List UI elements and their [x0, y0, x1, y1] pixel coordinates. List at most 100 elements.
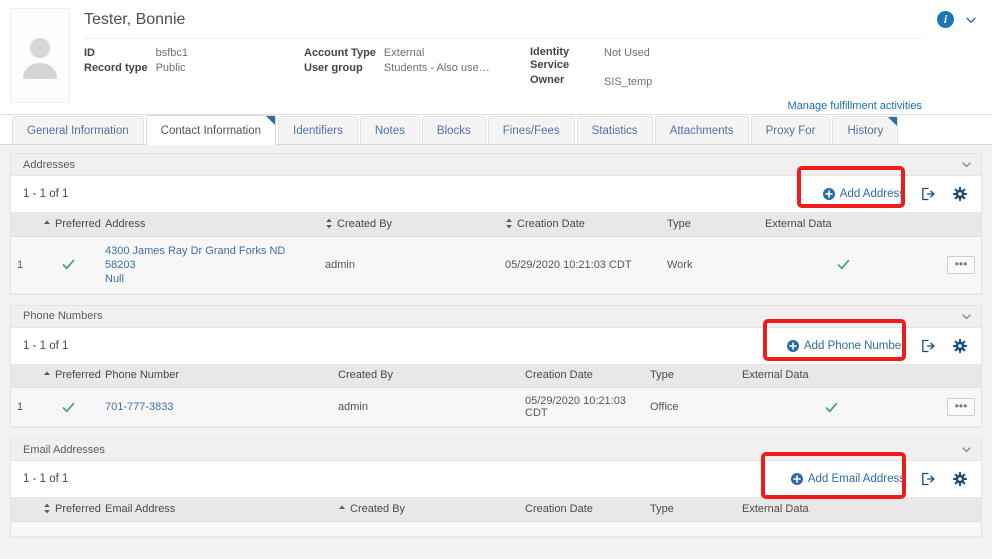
tab-flag-icon	[266, 116, 275, 125]
gear-icon[interactable]	[953, 338, 967, 353]
field-label-record-type: Record type	[84, 62, 148, 74]
column-label: Preferred	[55, 502, 101, 515]
tab-identifiers[interactable]: Identifiers	[278, 116, 358, 144]
tab-label: Attachments	[669, 125, 734, 137]
row-actions-button[interactable]: •••	[947, 255, 975, 274]
check-icon	[837, 259, 849, 270]
address-link-line1[interactable]: 4300 James Ray Dr Grand Forks ND 58203	[105, 244, 313, 272]
phone-numbers-panel-title: Phone Numbers	[23, 310, 103, 322]
cell-actions: •••	[927, 236, 981, 294]
sort-asc-icon	[44, 220, 50, 224]
tab-fines-fees[interactable]: Fines/Fees	[487, 116, 575, 144]
add-email-address-button[interactable]: Add Email Address	[790, 473, 905, 485]
tab-label: Blocks	[436, 125, 471, 137]
address-link-line2[interactable]: Null	[105, 272, 313, 286]
cell-preferred	[37, 521, 99, 537]
sort-asc-icon	[44, 371, 50, 376]
field-group-account: Account Type User group External Student…	[304, 46, 530, 90]
tab-attachments[interactable]: Attachments	[654, 116, 749, 144]
column-label: Creation Date	[517, 217, 585, 230]
check-icon	[825, 402, 838, 412]
tab-history[interactable]: History	[832, 116, 899, 144]
column-row-number	[11, 497, 37, 522]
page-title: Tester, Bonnie	[84, 10, 922, 39]
export-icon[interactable]	[921, 187, 935, 201]
phone-numbers-panel: Phone Numbers 1 - 1 of 1 Add Phone Numbe…	[10, 304, 982, 428]
column-external-data[interactable]: External Data	[759, 212, 927, 237]
chevron-down-icon[interactable]	[964, 13, 978, 27]
column-type[interactable]: Type	[644, 497, 736, 522]
cell-row-number: 1	[11, 236, 37, 294]
table-row[interactable]	[11, 521, 981, 537]
table-row[interactable]: 1 4300 James Ray Dr Grand Forks ND 58203…	[11, 236, 981, 294]
column-label: Type	[650, 502, 674, 515]
chevron-down-icon[interactable]	[960, 158, 973, 171]
add-email-address-label: Add Email Address	[807, 473, 905, 485]
tab-bar: General Information Contact Information …	[0, 115, 992, 145]
tab-label: Statistics	[591, 125, 638, 137]
column-phone-number[interactable]: Phone Number	[99, 363, 332, 388]
column-actions	[927, 212, 981, 237]
column-creation-date[interactable]: Creation Date	[519, 363, 644, 388]
column-label: External Data	[765, 217, 832, 230]
column-creation-date[interactable]: Creation Date	[499, 212, 661, 237]
addresses-count-label: 1 - 1 of 1	[23, 188, 69, 200]
plus-circle-icon	[790, 473, 803, 485]
column-label: Address	[105, 217, 146, 230]
row-actions-button[interactable]: •••	[947, 398, 975, 416]
add-address-button[interactable]: Add Address	[822, 188, 905, 200]
tab-contact-information[interactable]: Contact Information	[145, 115, 276, 145]
column-label: Creation Date	[525, 369, 593, 382]
sort-asc-icon	[339, 505, 345, 509]
column-created-by[interactable]: Created By	[319, 212, 499, 237]
info-icon[interactable]: i	[937, 11, 954, 28]
column-created-by[interactable]: Created By	[332, 363, 519, 388]
record-header-body: Tester, Bonnie i ID Record type bsfbc1 P…	[84, 8, 982, 114]
addresses-table-header-row: Preferred Address Created By Creation Da…	[11, 212, 981, 237]
column-external-data[interactable]: External Data	[736, 363, 927, 388]
gear-icon[interactable]	[953, 472, 967, 486]
export-icon[interactable]	[921, 339, 935, 353]
column-email-address[interactable]: Email Address	[99, 497, 332, 522]
table-row[interactable]: 1 701-777-3833 admin 05/29/2020 10:21:03…	[11, 387, 981, 427]
field-label-user-group: User group	[304, 62, 363, 74]
tab-blocks[interactable]: Blocks	[421, 116, 486, 144]
field-label-account-type: Account Type	[304, 47, 376, 59]
chevron-down-icon[interactable]	[960, 310, 973, 323]
tab-notes[interactable]: Notes	[359, 116, 420, 144]
column-label: External Data	[742, 369, 809, 382]
phone-number-link[interactable]: 701-777-3833	[105, 401, 174, 413]
column-type[interactable]: Type	[644, 363, 736, 388]
cell-row-number: 1	[11, 387, 37, 427]
cell-created-by	[332, 521, 519, 537]
cell-type: Work	[661, 236, 759, 294]
column-preferred[interactable]: Preferred	[37, 363, 101, 388]
add-phone-number-button[interactable]: Add Phone Number	[786, 339, 905, 352]
field-value-user-group: Students - Also use…	[383, 62, 490, 74]
column-creation-date[interactable]: Creation Date	[519, 497, 644, 522]
column-external-data[interactable]: External Data	[736, 497, 927, 522]
chevron-down-icon[interactable]	[960, 443, 973, 456]
column-label: Email Address	[105, 502, 176, 515]
tab-label: Fines/Fees	[502, 125, 560, 137]
column-type[interactable]: Type	[661, 212, 759, 237]
email-addresses-table-header-row: Preferred Email Address Created By Creat…	[11, 497, 981, 522]
cell-external-data	[736, 387, 927, 427]
export-icon[interactable]	[921, 472, 935, 486]
tab-proxy-for[interactable]: Proxy For	[750, 116, 831, 144]
tab-general-information[interactable]: General Information	[12, 116, 144, 144]
cell-actions: •••	[927, 387, 981, 427]
column-created-by[interactable]: Created By	[332, 497, 519, 522]
email-addresses-count-label: 1 - 1 of 1	[23, 473, 69, 485]
tab-statistics[interactable]: Statistics	[576, 116, 653, 144]
cell-type: Office	[644, 387, 736, 427]
addresses-panel: Addresses 1 - 1 of 1 Add Address Preferr…	[10, 153, 982, 295]
field-value-owner: SIS_temp	[604, 76, 653, 88]
column-preferred[interactable]: Preferred	[37, 212, 101, 237]
tab-label: Proxy For	[765, 125, 816, 137]
column-address[interactable]: Address	[99, 212, 319, 237]
manage-fulfillment-activities-link[interactable]: Manage fulfillment activities	[787, 100, 922, 112]
column-label: Preferred	[55, 217, 101, 230]
gear-icon[interactable]	[953, 187, 967, 201]
column-preferred[interactable]: Preferred	[37, 497, 101, 522]
